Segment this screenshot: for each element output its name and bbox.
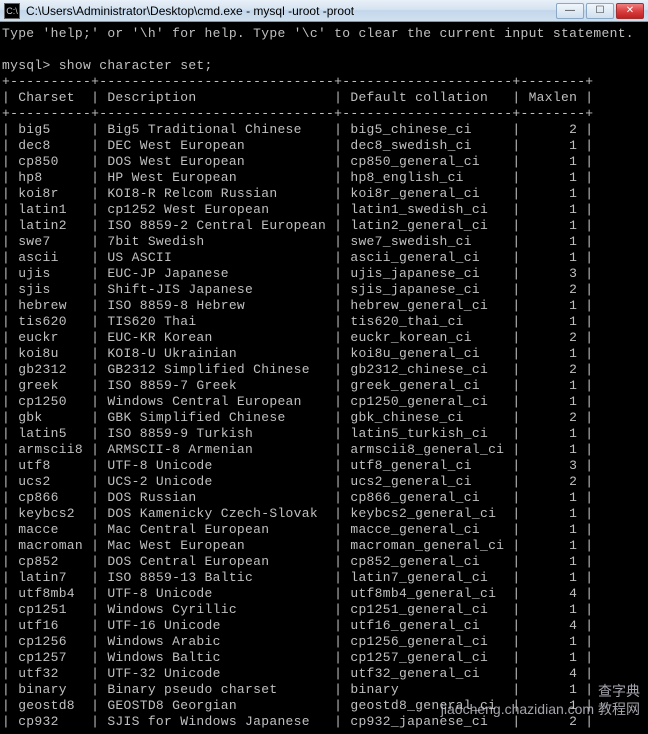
window-buttons: — ☐ ✕ [556,3,644,19]
maximize-button[interactable]: ☐ [586,3,614,19]
window-titlebar[interactable]: C:\ C:\Users\Administrator\Desktop\cmd.e… [0,0,648,22]
minimize-button[interactable]: — [556,3,584,19]
app-icon: C:\ [4,3,20,19]
terminal-output[interactable]: Type 'help;' or '\h' for help. Type '\c'… [0,22,648,734]
window-title: C:\Users\Administrator\Desktop\cmd.exe -… [26,4,556,18]
close-button[interactable]: ✕ [616,3,644,19]
